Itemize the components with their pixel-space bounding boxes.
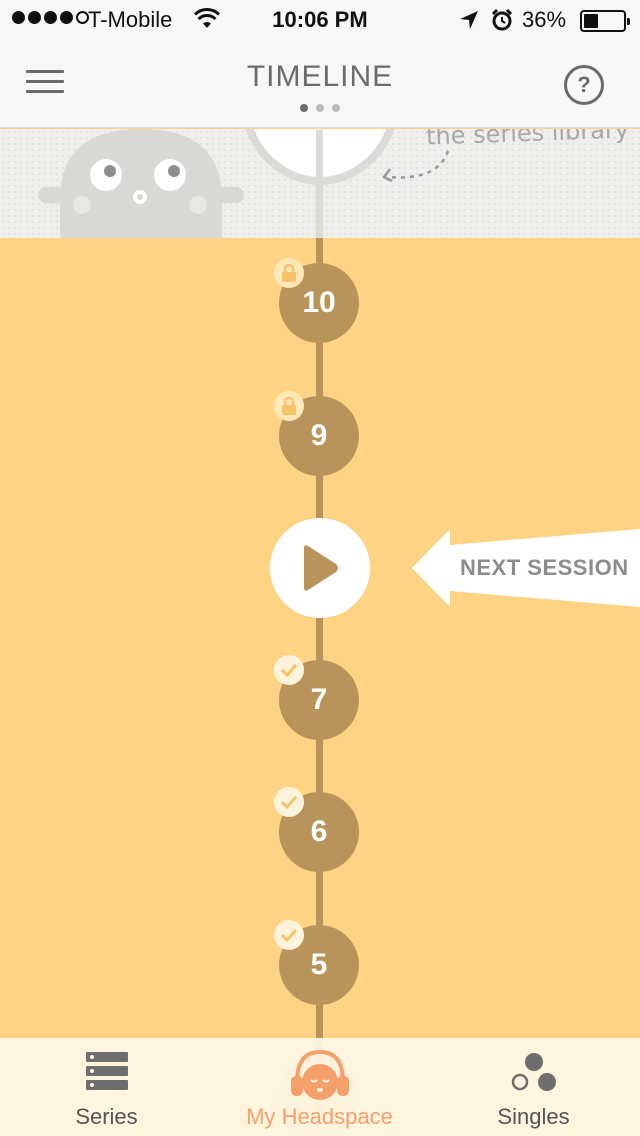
session-number: 7 bbox=[310, 683, 328, 716]
tab-series[interactable]: Series bbox=[0, 1038, 213, 1136]
tab-label: Series bbox=[75, 1104, 138, 1129]
headspace-character-icon bbox=[38, 129, 244, 238]
tab-my-headspace[interactable]: My Headspace bbox=[213, 1038, 426, 1136]
navigation-bar: TIMELINE ? bbox=[0, 40, 640, 128]
page-title: TIMELINE bbox=[246, 60, 394, 93]
headspace-face-icon bbox=[290, 1049, 349, 1100]
page-indicator-dot bbox=[316, 104, 324, 112]
battery-percent: 36% bbox=[522, 7, 567, 32]
next-session-label: NEXT SESSION bbox=[460, 555, 629, 580]
tab-singles[interactable]: Singles bbox=[427, 1038, 640, 1136]
timeline-line-top bbox=[316, 130, 323, 238]
session-number: 9 bbox=[310, 419, 328, 452]
lock-icon bbox=[274, 391, 304, 421]
page-indicator-dot bbox=[332, 104, 340, 112]
check-icon bbox=[274, 787, 304, 817]
tab-label: Singles bbox=[497, 1104, 570, 1129]
help-button[interactable]: ? bbox=[564, 65, 604, 105]
location-arrow-icon bbox=[458, 9, 480, 37]
play-next-session-button[interactable] bbox=[270, 518, 370, 618]
page-indicator bbox=[0, 104, 640, 112]
series-icon bbox=[85, 1052, 128, 1090]
alarm-clock-icon bbox=[490, 8, 514, 38]
session-number: 6 bbox=[310, 815, 328, 848]
check-icon bbox=[274, 655, 304, 685]
battery-icon bbox=[580, 10, 630, 32]
status-bar: T-Mobile 10:06 PM 36% bbox=[0, 0, 640, 40]
check-icon bbox=[274, 920, 304, 950]
page-indicator-dot bbox=[300, 104, 308, 112]
singles-icon bbox=[511, 1053, 556, 1091]
battery-level-fill bbox=[584, 14, 598, 28]
tab-label: My Headspace bbox=[246, 1104, 393, 1129]
tab-bar: Series My Headspace Singles bbox=[0, 1038, 640, 1136]
series-library-hint: the series library bbox=[425, 129, 630, 151]
dashed-arrow-icon bbox=[382, 150, 450, 183]
play-icon bbox=[304, 545, 338, 591]
session-number: 5 bbox=[310, 948, 328, 981]
lock-icon bbox=[274, 258, 304, 288]
session-number: 10 bbox=[302, 286, 336, 319]
